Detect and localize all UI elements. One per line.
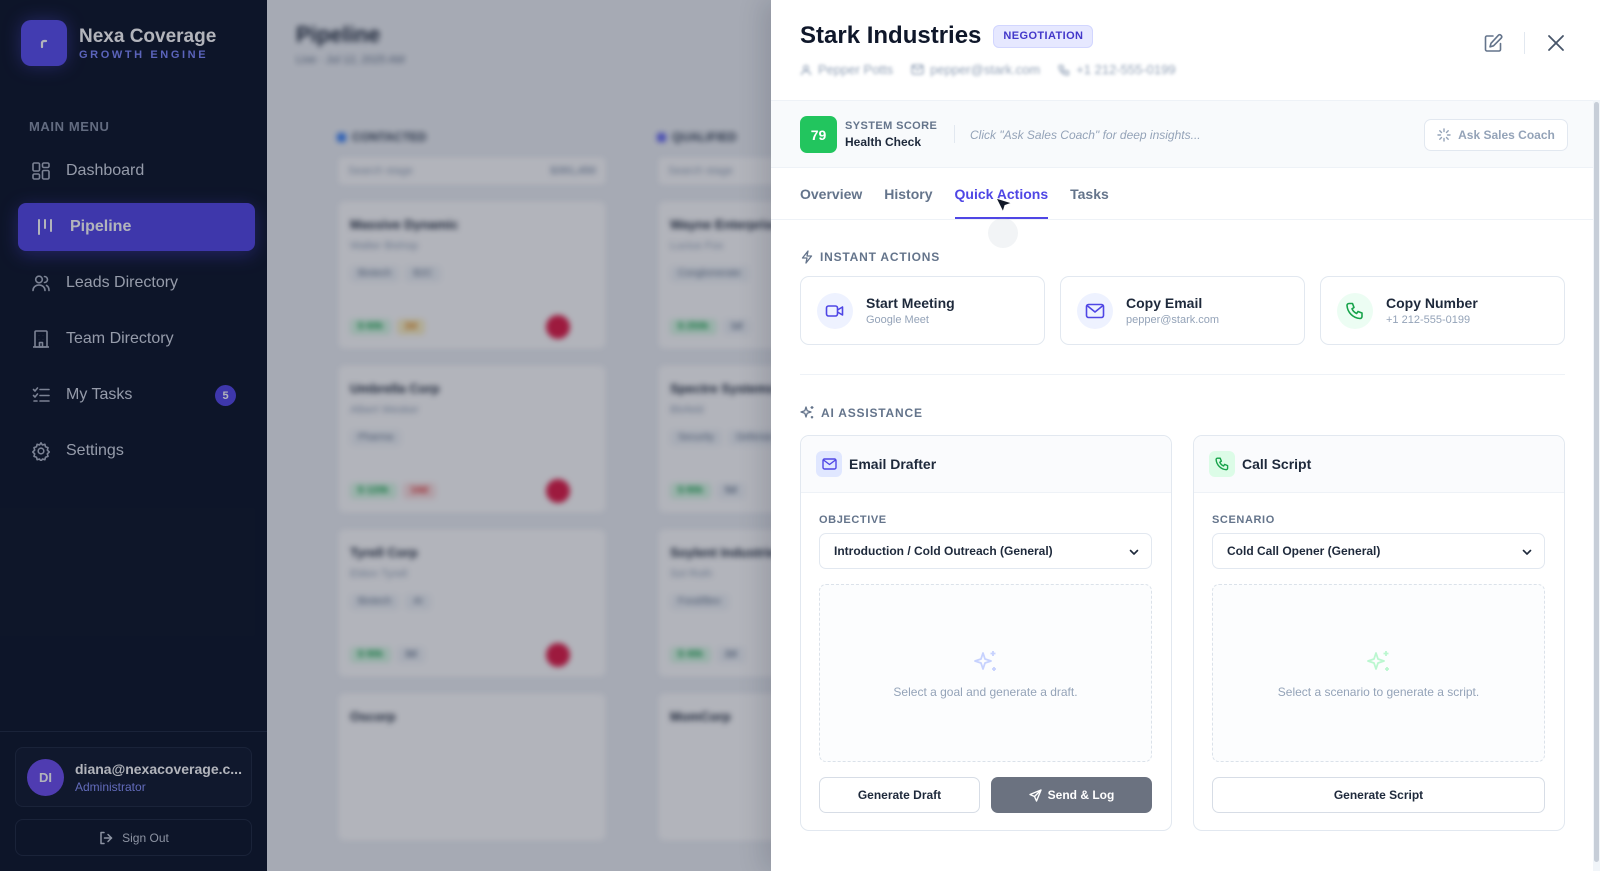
section-divider	[800, 374, 1565, 375]
score-bar: 79 SYSTEM SCORE Health Check Click "Ask …	[771, 100, 1597, 168]
generate-script-button[interactable]: Generate Script	[1212, 777, 1545, 813]
copy-email-action[interactable]: Copy Email pepper@stark.com	[1060, 276, 1305, 345]
email-drafter-card: Email Drafter OBJECTIVE Introduction / C…	[800, 435, 1172, 831]
scenario-label: SCENARIO	[1212, 514, 1275, 526]
panel-header: Stark Industries NEGOTIATION Pepper Pott…	[800, 22, 1176, 77]
system-score-value: 79	[800, 116, 837, 153]
email-drafter-title: Email Drafter	[849, 456, 937, 472]
mail-icon	[911, 64, 924, 75]
edit-icon	[1484, 33, 1502, 52]
click-indicator	[988, 218, 1018, 248]
close-icon	[1548, 35, 1564, 51]
mouse-cursor-icon	[995, 197, 1014, 222]
lightning-icon	[801, 250, 813, 264]
phone-icon	[1058, 64, 1070, 76]
header-actions	[1480, 30, 1569, 56]
contact-email-text: pepper@stark.com	[930, 62, 1041, 77]
tab-history[interactable]: History	[884, 168, 932, 219]
generate-draft-button[interactable]: Generate Draft	[819, 777, 980, 813]
modal-backdrop[interactable]	[0, 0, 771, 871]
coach-hint: Click "Ask Sales Coach" for deep insight…	[970, 128, 1201, 142]
action-subtitle: Google Meet	[866, 314, 929, 326]
ask-sales-coach-button[interactable]: Ask Sales Coach	[1424, 119, 1568, 151]
scenario-select[interactable]: Cold Call Opener (General)	[1212, 533, 1545, 569]
send-and-log-label: Send & Log	[1047, 788, 1115, 802]
action-title: Copy Number	[1386, 295, 1478, 311]
status-badge: NEGOTIATION	[993, 24, 1094, 48]
send-and-log-button[interactable]: Send & Log	[991, 777, 1152, 813]
send-icon	[1028, 788, 1042, 802]
email-drafter-header: Email Drafter	[801, 436, 1171, 493]
chevron-down-icon	[1521, 546, 1533, 558]
health-check-label: Health Check	[845, 135, 922, 149]
phone-icon	[1337, 292, 1373, 329]
sparkles-icon	[800, 406, 814, 419]
contact-name: Pepper Potts	[818, 62, 894, 77]
start-meeting-action[interactable]: Start Meeting Google Meet	[800, 276, 1045, 345]
system-score-label: SYSTEM SCORE	[845, 120, 938, 132]
user-icon	[800, 64, 812, 75]
loader-icon	[1437, 128, 1451, 142]
mail-icon	[816, 451, 842, 477]
sparkles-icon	[1365, 648, 1393, 676]
objective-label: OBJECTIVE	[819, 514, 887, 526]
close-button[interactable]	[1543, 30, 1569, 56]
edit-button[interactable]	[1480, 30, 1506, 56]
copy-number-action[interactable]: Copy Number +1 212-555-0199	[1320, 276, 1565, 345]
ask-sales-coach-label: Ask Sales Coach	[1458, 128, 1555, 142]
ai-assistance-heading: AI ASSISTANCE	[800, 405, 923, 420]
call-script-title: Call Script	[1242, 456, 1312, 472]
draft-placeholder-text: Select a goal and generate a draft.	[893, 684, 1078, 699]
deal-detail-panel: Stark Industries NEGOTIATION Pepper Pott…	[771, 0, 1600, 871]
instant-actions-heading: INSTANT ACTIONS	[800, 250, 940, 264]
panel-scrollbar[interactable]	[1593, 100, 1600, 871]
call-script-card: Call Script SCENARIO Cold Call Opener (G…	[1193, 435, 1565, 831]
script-placeholder-text: Select a scenario to generate a script.	[1277, 684, 1480, 699]
contact-phone-text: +1 212-555-0199	[1076, 62, 1176, 77]
call-script-header: Call Script	[1194, 436, 1564, 493]
action-subtitle: +1 212-555-0199	[1386, 314, 1471, 326]
tab-tasks[interactable]: Tasks	[1070, 168, 1109, 219]
tab-overview[interactable]: Overview	[800, 168, 862, 219]
company-name: Stark Industries	[800, 22, 982, 49]
detail-tabs: Overview History Quick Actions Tasks	[800, 168, 1131, 219]
action-subtitle: pepper@stark.com	[1126, 314, 1220, 326]
script-output-area: Select a scenario to generate a script.	[1212, 584, 1545, 762]
chevron-down-icon	[1128, 546, 1140, 558]
tabs-divider	[771, 219, 1597, 220]
header-separator	[1524, 32, 1525, 54]
contact-info: Pepper Potts pepper@stark.com +1 212-555…	[800, 62, 1176, 77]
ai-assistance-title: AI ASSISTANCE	[821, 405, 923, 420]
score-separator	[954, 125, 955, 143]
scenario-selected-value: Cold Call Opener (General)	[1227, 544, 1381, 558]
objective-selected-value: Introduction / Cold Outreach (General)	[834, 544, 1053, 558]
objective-select[interactable]: Introduction / Cold Outreach (General)	[819, 533, 1152, 569]
sparkles-icon	[972, 648, 1000, 676]
scrollbar-thumb[interactable]	[1594, 102, 1599, 862]
phone-icon	[1209, 451, 1235, 477]
instant-actions-title: INSTANT ACTIONS	[820, 250, 940, 264]
action-title: Start Meeting	[866, 295, 955, 311]
mail-icon	[1077, 292, 1113, 329]
draft-output-area: Select a goal and generate a draft.	[819, 584, 1152, 762]
action-title: Copy Email	[1126, 295, 1203, 311]
contact-person: Pepper Potts	[800, 62, 893, 77]
contact-phone[interactable]: +1 212-555-0199	[1058, 62, 1176, 77]
video-icon	[817, 292, 853, 329]
contact-email[interactable]: pepper@stark.com	[911, 62, 1040, 77]
